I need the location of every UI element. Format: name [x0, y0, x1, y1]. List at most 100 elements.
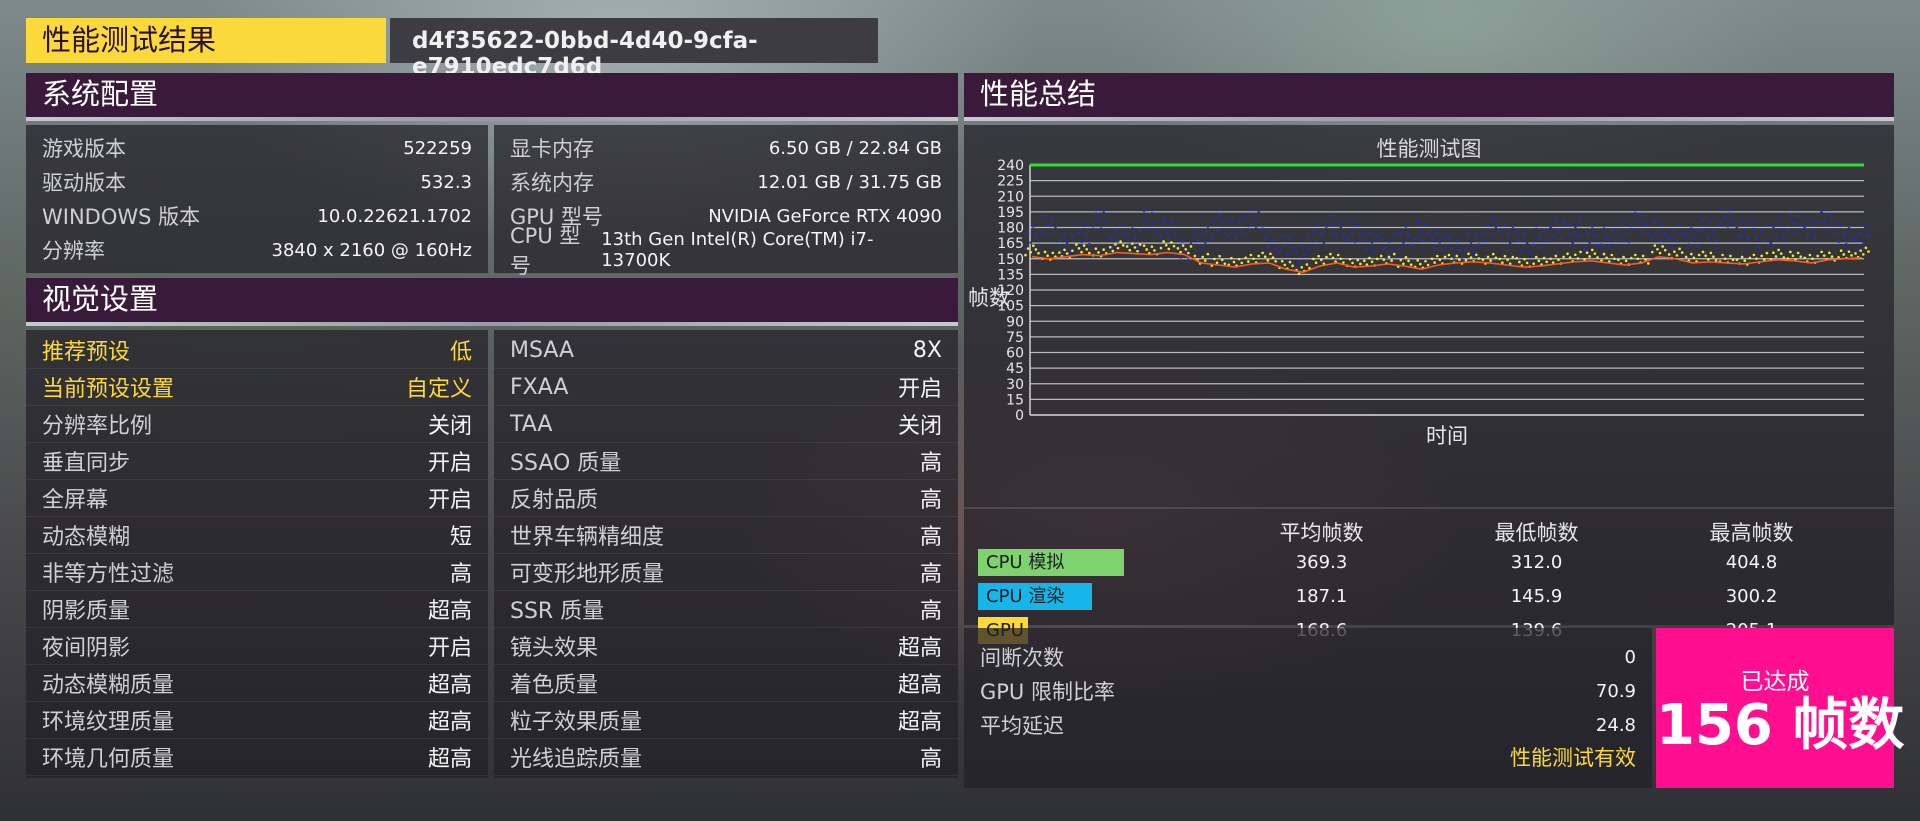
y-tick-label: 240 — [997, 158, 1024, 174]
setting-value: 高 — [919, 599, 942, 624]
data-point — [1024, 248, 1027, 251]
data-point — [1627, 240, 1631, 244]
data-point — [1523, 257, 1526, 261]
data-point — [1392, 252, 1396, 256]
stats-header: 平均帧数 最低帧数 最高帧数 — [1214, 517, 1884, 547]
data-point — [1351, 261, 1354, 265]
data-point — [1540, 245, 1543, 249]
data-point — [1271, 238, 1275, 242]
data-point — [1312, 257, 1315, 261]
data-point — [1043, 250, 1047, 254]
visual-setting-row: MSAA 8X — [494, 332, 958, 369]
setting-value: 高 — [919, 562, 942, 587]
data-point — [1249, 253, 1253, 257]
data-point — [1506, 258, 1509, 262]
data-point — [1583, 257, 1586, 261]
data-point — [1203, 259, 1207, 262]
data-point — [1822, 219, 1826, 223]
data-point — [1697, 229, 1701, 233]
data-point — [1532, 262, 1535, 265]
data-point — [1305, 263, 1309, 266]
data-point — [1617, 258, 1620, 262]
data-point — [1111, 249, 1115, 253]
data-point — [1467, 231, 1470, 235]
data-point — [1590, 248, 1594, 252]
data-point — [1257, 254, 1261, 258]
data-point — [1816, 254, 1819, 258]
data-point — [1201, 255, 1204, 259]
data-point — [1193, 254, 1197, 258]
system-config-left: 游戏版本 522259 驱动版本 532.3 WINDOWS 版本 10.0.22621.… — [26, 125, 488, 273]
stats-column-header: 平均帧数 — [1279, 521, 1364, 545]
data-point — [1515, 230, 1519, 233]
data-point — [1639, 230, 1642, 233]
setting-label: 阴影质量 — [42, 599, 131, 624]
data-point — [1232, 228, 1236, 231]
data-point — [1636, 257, 1640, 261]
data-point — [1237, 257, 1241, 261]
data-point — [1193, 229, 1197, 233]
data-point — [1131, 242, 1134, 245]
data-point — [1622, 222, 1625, 225]
data-point — [1486, 255, 1490, 259]
data-point — [1297, 260, 1301, 264]
data-point — [1765, 251, 1769, 255]
data-point — [1121, 244, 1125, 247]
data-point — [1803, 256, 1806, 260]
data-point — [1291, 246, 1294, 250]
data-point — [1641, 214, 1645, 217]
data-point — [1300, 265, 1304, 269]
data-point — [1430, 238, 1434, 242]
y-tick-label: 30 — [1006, 377, 1024, 393]
data-point — [1557, 258, 1560, 261]
data-point — [1709, 251, 1713, 255]
data-point — [1684, 234, 1688, 237]
setting-value: 6.50 GB / 22.84 GB — [768, 137, 942, 159]
data-point — [1511, 255, 1515, 259]
data-point — [1777, 248, 1780, 252]
data-point — [1748, 256, 1752, 260]
y-tick-label: 150 — [997, 252, 1024, 268]
data-point — [1147, 227, 1151, 231]
data-point — [1416, 259, 1419, 262]
data-point — [1407, 259, 1410, 263]
data-point — [1227, 234, 1231, 238]
data-point — [1407, 234, 1410, 237]
data-point — [1206, 252, 1210, 256]
data-point — [1450, 247, 1453, 250]
data-point — [1605, 236, 1608, 240]
data-point — [1796, 251, 1800, 255]
data-point — [1630, 256, 1633, 260]
data-point — [1142, 244, 1146, 248]
data-point — [1396, 248, 1400, 251]
visual-setting-row: 环境纹理质量 超高 — [26, 702, 488, 739]
data-point — [1348, 257, 1352, 261]
data-point — [1043, 214, 1047, 218]
data-point — [1769, 241, 1773, 245]
data-point — [1187, 251, 1190, 255]
data-point — [1162, 219, 1165, 222]
data-point — [1726, 224, 1730, 228]
setting-value: NVIDIA GeForce RTX 4090 — [708, 205, 942, 227]
data-point — [1464, 247, 1468, 251]
data-point — [1430, 257, 1434, 261]
data-point — [1593, 252, 1597, 255]
data-point — [1697, 253, 1701, 257]
data-point — [1675, 239, 1679, 242]
data-point — [1718, 222, 1722, 226]
data-point — [1854, 252, 1857, 255]
data-point — [1176, 247, 1180, 250]
data-point — [1839, 249, 1843, 253]
setting-label: 垂直同步 — [42, 451, 131, 476]
data-point — [1731, 258, 1735, 261]
data-point — [1392, 233, 1396, 237]
data-point — [1094, 208, 1098, 212]
data-point — [1068, 250, 1072, 254]
data-point — [1080, 240, 1083, 244]
data-point — [1520, 248, 1524, 252]
data-point — [1438, 258, 1442, 262]
data-point — [1721, 253, 1724, 257]
setting-label: 非等方性过滤 — [42, 562, 175, 587]
data-point — [1399, 258, 1403, 262]
data-point — [1820, 250, 1823, 254]
